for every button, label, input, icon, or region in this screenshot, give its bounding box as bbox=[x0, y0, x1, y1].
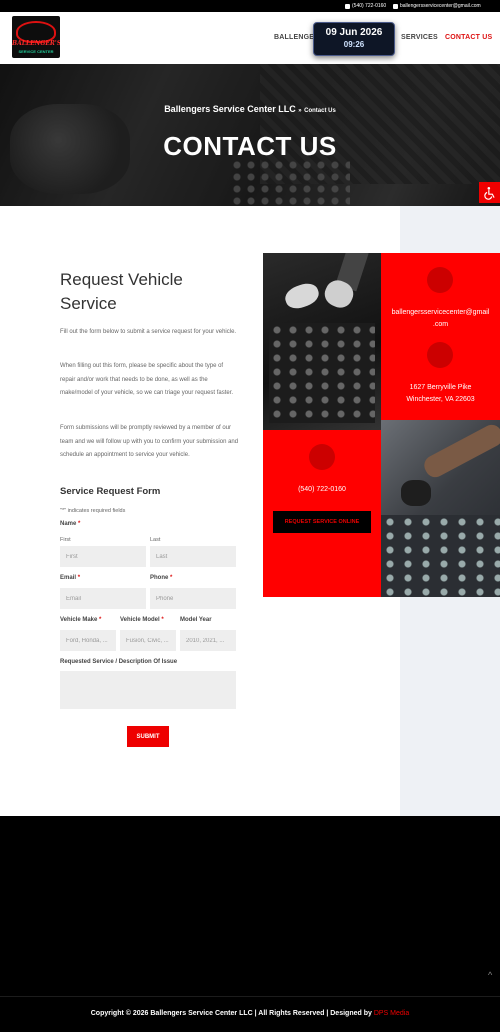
hero-banner: Ballengers Service Center LLC » Contact … bbox=[0, 64, 500, 206]
required-star: * bbox=[161, 617, 164, 623]
model-year-label: Model Year bbox=[180, 617, 212, 623]
topbar-email-text[interactable]: ballengersservicecenter@gmail.com bbox=[400, 3, 481, 9]
email-icon bbox=[427, 267, 453, 293]
back-to-top-icon[interactable]: ^ bbox=[488, 970, 492, 980]
copyright-text: Copyright © 2026 Ballengers Service Cent… bbox=[0, 1010, 500, 1017]
breadcrumb-separator: » bbox=[298, 108, 302, 114]
first-name-sublabel: First bbox=[60, 537, 71, 543]
photo-glove bbox=[401, 480, 431, 506]
vehicle-make-label: Vehicle Make * bbox=[60, 617, 101, 623]
designer-link[interactable]: DPS Media bbox=[374, 1010, 409, 1017]
intro-paragraph-2: When filling out this form, please be sp… bbox=[60, 363, 234, 396]
contact-info-grid: ballengersservicecenter@gmail .com 1627 … bbox=[263, 253, 500, 597]
email-address-line-2[interactable]: .com bbox=[381, 319, 500, 331]
photo-engine bbox=[381, 515, 500, 597]
email-label-text: Email bbox=[60, 575, 77, 581]
name-label-text: Name bbox=[60, 521, 77, 527]
required-fields-note: "*" indicates required fields bbox=[60, 508, 126, 514]
phone-tile: (540) 722-0160 REQUEST SERVICE ONLINE bbox=[263, 430, 381, 597]
phone-number[interactable]: (540) 722-0160 bbox=[263, 484, 381, 496]
vehicle-make-field[interactable] bbox=[60, 630, 116, 651]
name-label: Name * bbox=[60, 521, 80, 527]
site-header: BALLENGER'S SERVICE CENTER BALLENGERS SE… bbox=[0, 12, 500, 64]
intro-paragraph-3: Form submissions will be promptly review… bbox=[60, 425, 239, 458]
nav-item-services[interactable]: SERVICES bbox=[401, 34, 438, 41]
copyright-line: Copyright © 2026 Ballengers Service Cent… bbox=[90, 1010, 372, 1017]
vehicle-model-label-text: Vehicle Model bbox=[120, 617, 160, 623]
vehicle-model-label: Vehicle Model * bbox=[120, 617, 164, 623]
clock-date: 09 Jun 2026 bbox=[325, 27, 383, 38]
location-icon bbox=[427, 342, 453, 368]
required-star: * bbox=[170, 575, 173, 581]
first-name-field[interactable] bbox=[60, 546, 146, 567]
topbar-phone-text[interactable]: (540) 722-0160 bbox=[352, 3, 386, 9]
address-line-1: 1627 Berryville Pike bbox=[409, 384, 472, 391]
phone-label-text: Phone bbox=[150, 575, 169, 581]
required-star: * bbox=[77, 575, 81, 581]
address-line-2: Winchester, VA 22603 bbox=[406, 396, 475, 403]
footer-bottom-bar: Copyright © 2026 Ballengers Service Cent… bbox=[0, 996, 500, 1032]
photo-arm bbox=[420, 421, 500, 481]
email-label: Email * bbox=[60, 575, 80, 581]
email-field[interactable] bbox=[60, 588, 146, 609]
required-star: * bbox=[99, 617, 102, 623]
last-name-field[interactable] bbox=[150, 546, 236, 567]
phone-label: Phone * bbox=[150, 575, 172, 581]
site-logo[interactable]: BALLENGER'S SERVICE CENTER bbox=[12, 16, 60, 58]
phone-icon bbox=[309, 444, 335, 470]
nav-item-contact-us[interactable]: CONTACT US bbox=[445, 34, 492, 41]
email-address[interactable]: ballengersservicecenter@gmail .com bbox=[381, 307, 500, 331]
last-name-sublabel: Last bbox=[150, 537, 161, 543]
page-title: CONTACT US bbox=[163, 131, 337, 161]
vehicle-model-field[interactable] bbox=[120, 630, 176, 651]
accessibility-button[interactable] bbox=[479, 182, 500, 203]
clock-time: 09:26 bbox=[343, 40, 365, 49]
photo-glove-left bbox=[282, 279, 322, 313]
envelope-icon bbox=[393, 3, 398, 9]
logo-subtext: SERVICE CENTER bbox=[18, 49, 54, 54]
required-star: * bbox=[78, 521, 81, 527]
topbar-phone[interactable]: (540) 722-0160 bbox=[345, 3, 386, 9]
mechanic-photo-engine bbox=[381, 420, 500, 597]
mechanic-photo-gloves bbox=[263, 253, 381, 430]
accessibility-icon bbox=[483, 186, 495, 200]
phone-icon bbox=[345, 3, 350, 9]
form-subtitle: Service Request Form bbox=[60, 486, 161, 497]
topbar-email[interactable]: ballengersservicecenter@gmail.com bbox=[393, 3, 481, 9]
service-description-field[interactable] bbox=[60, 671, 236, 709]
model-year-field[interactable] bbox=[180, 630, 236, 651]
service-description-label: Requested Service / Description Of Issue bbox=[60, 659, 178, 665]
breadcrumb-current: Contact Us bbox=[304, 108, 336, 114]
phone-field[interactable] bbox=[150, 588, 236, 609]
request-service-online-button[interactable]: REQUEST SERVICE ONLINE bbox=[273, 511, 371, 533]
top-bar: (540) 722-0160 ballengersservicecenter@g… bbox=[0, 0, 500, 12]
clock-widget: 09 Jun 2026 09:26 bbox=[313, 22, 395, 56]
logo-text: BALLENGER'S bbox=[12, 40, 60, 47]
footer-widgets bbox=[0, 816, 500, 996]
form-section-title: Request Vehicle Service bbox=[60, 270, 183, 313]
email-address-line-1[interactable]: ballengersservicecenter@gmail bbox=[381, 307, 500, 319]
submit-button[interactable]: SUBMIT bbox=[127, 726, 169, 747]
email-tile: ballengersservicecenter@gmail .com 1627 … bbox=[381, 253, 500, 430]
intro-paragraph-1: Fill out the form below to submit a serv… bbox=[60, 329, 237, 335]
vehicle-make-label-text: Vehicle Make bbox=[60, 617, 98, 623]
address: 1627 Berryville Pike Winchester, VA 2260… bbox=[381, 382, 500, 406]
breadcrumb: Ballengers Service Center LLC » Contact … bbox=[0, 104, 500, 114]
photo-engine bbox=[269, 323, 375, 423]
contact-section: Request Vehicle Service Fill out the for… bbox=[0, 206, 500, 816]
breadcrumb-home[interactable]: Ballengers Service Center LLC bbox=[164, 104, 296, 114]
